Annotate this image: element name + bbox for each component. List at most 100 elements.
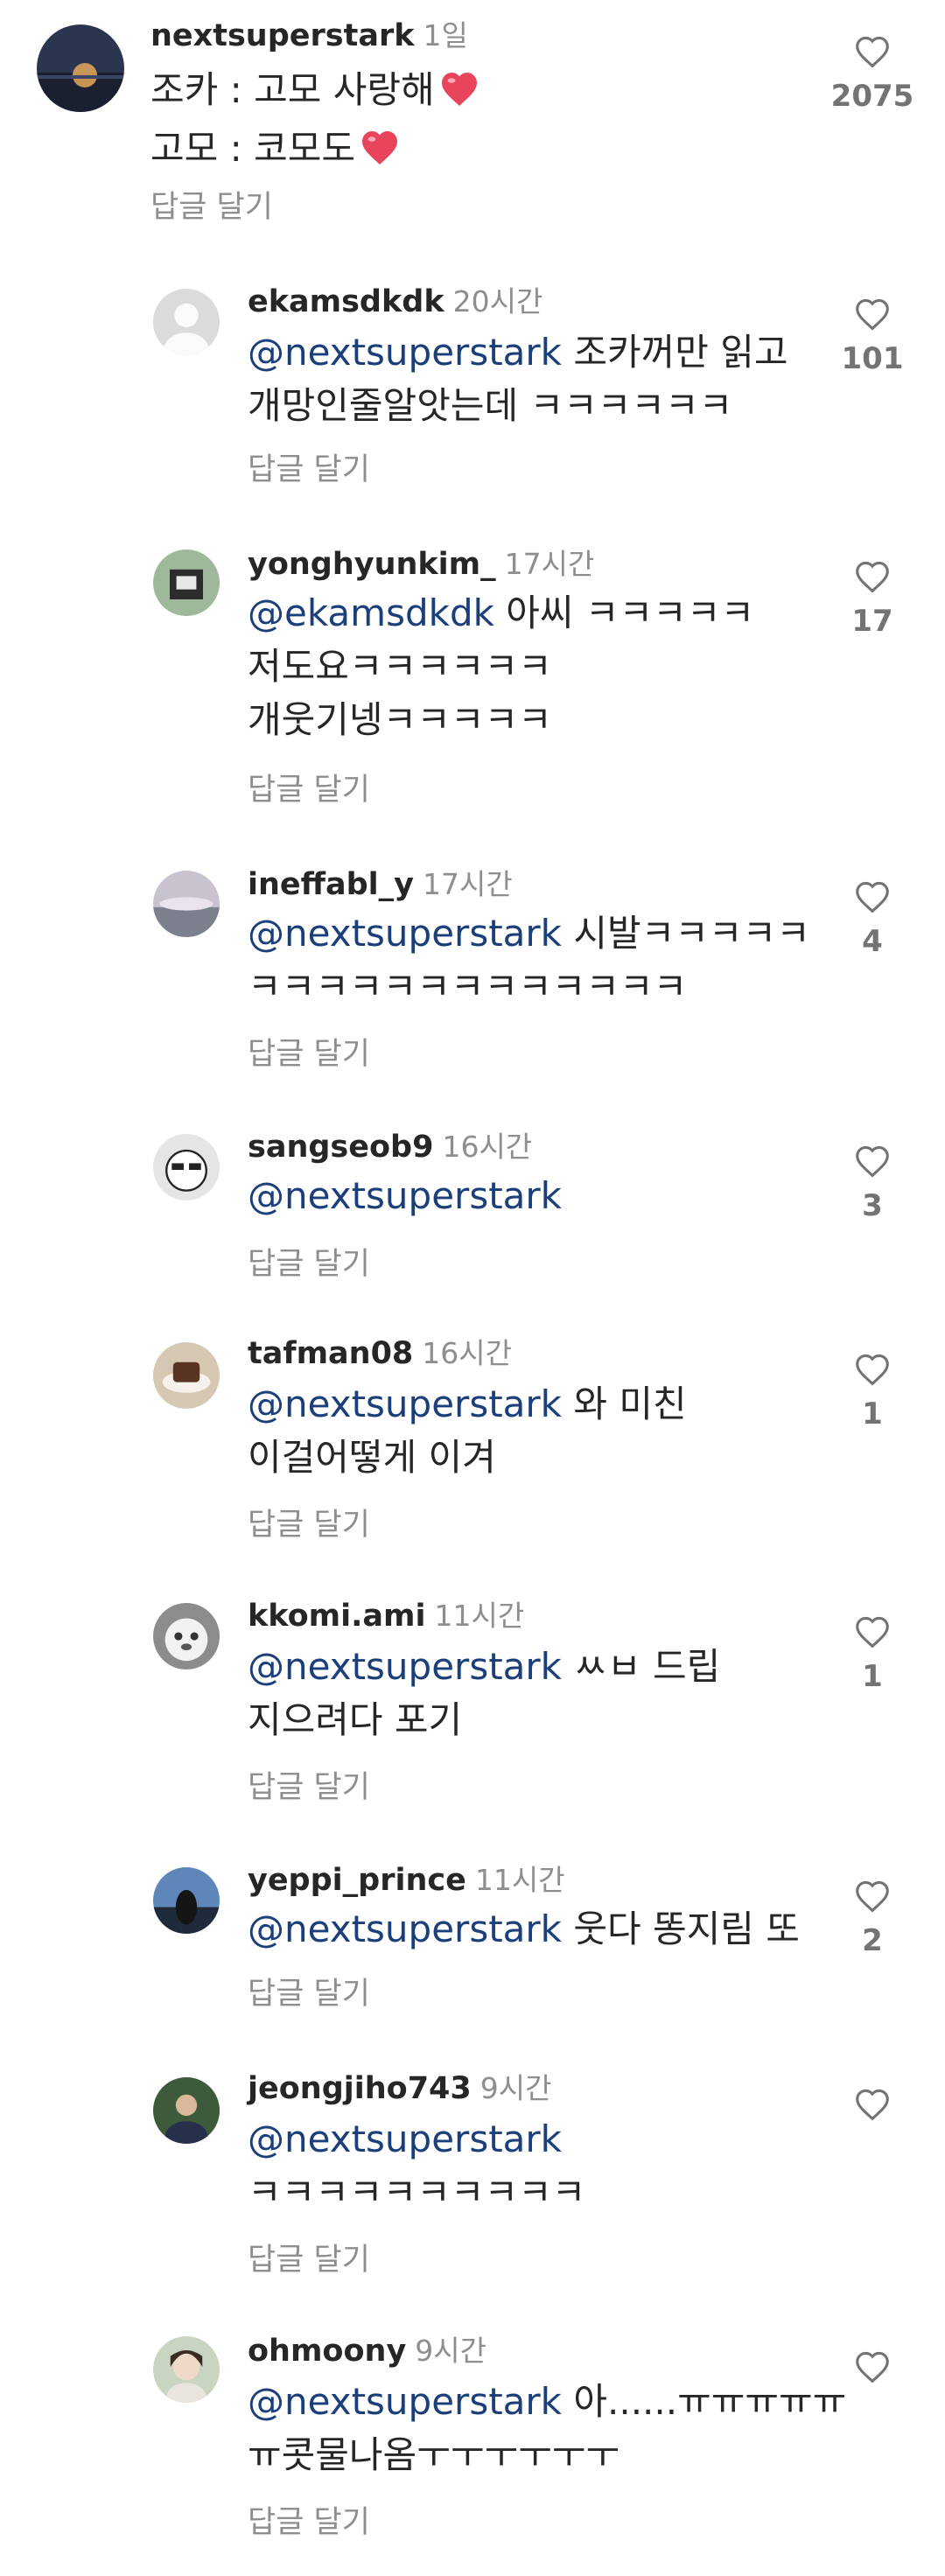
like-group [820, 2350, 925, 2394]
like-count: 4 [862, 924, 883, 959]
avatar[interactable] [153, 289, 220, 355]
username[interactable]: ohmoony [248, 2334, 406, 2369]
comment-line-text: 조카 : 고모 사랑해 [150, 68, 435, 111]
like-group: 4 [820, 880, 925, 959]
comment-line: @nextsuperstark 조카꺼만 읽고 [248, 326, 788, 379]
comment-line-text: ㅠ콧물나옴ㅜㅜㅜㅜㅜㅜ [248, 2433, 620, 2476]
mention-link[interactable]: @nextsuperstark [248, 912, 562, 955]
mention-link[interactable]: @nextsuperstark [248, 2118, 562, 2160]
comment-header: tafman08 16시간 [248, 1330, 512, 1372]
comment-line: @ekamsdkdk 아씨 ㅋㅋㅋㅋㅋ [248, 586, 754, 640]
reply-button[interactable]: 답글 달기 [248, 1762, 370, 1807]
red-heart-emoji-icon [438, 68, 480, 122]
heart-icon[interactable] [820, 35, 925, 68]
reply-button[interactable]: 답글 달기 [248, 1500, 370, 1544]
username[interactable]: nextsuperstark [150, 18, 414, 53]
username[interactable]: sangseob9 [248, 1130, 433, 1165]
username[interactable]: yeppi_prince [248, 1863, 466, 1898]
comment-line: 개망인줄알앗는데 ㅋㅋㅋㅋㅋㅋ [248, 379, 788, 432]
timestamp: 11시간 [434, 1599, 525, 1633]
username[interactable]: ineffabl_y [248, 867, 414, 902]
reply-button[interactable]: 답글 달기 [248, 1969, 370, 2013]
like-count: 1 [862, 1396, 883, 1432]
reply-button[interactable]: 답글 달기 [248, 765, 370, 809]
mention-link[interactable]: @nextsuperstark [248, 1908, 562, 1950]
reply-button[interactable]: 답글 달기 [248, 1239, 370, 1284]
timestamp: 9시간 [480, 2071, 552, 2105]
avatar[interactable] [37, 24, 124, 112]
comment-text: 조카 : 고모 사랑해고모 : 코모도 [150, 63, 480, 180]
mention-link[interactable]: @nextsuperstark [248, 1645, 562, 1688]
avatar[interactable] [153, 1342, 220, 1409]
timestamp: 1일 [423, 18, 468, 52]
comment-line-text: 개망인줄알앗는데 ㅋㅋㅋㅋㅋㅋ [248, 384, 733, 427]
username[interactable]: jeongjiho743 [248, 2071, 472, 2106]
heart-icon[interactable] [820, 880, 925, 914]
heart-icon[interactable] [820, 2350, 925, 2384]
heart-icon[interactable] [820, 1880, 925, 1913]
avatar[interactable] [153, 1134, 220, 1200]
avatar[interactable] [153, 871, 220, 937]
comment-text: @nextsuperstark 조카꺼만 읽고개망인줄알앗는데 ㅋㅋㅋㅋㅋㅋ [248, 326, 788, 432]
comment-line-text: ㅋㅋㅋㅋㅋㅋㅋㅋㅋㅋㅋㅋㅋ [248, 965, 688, 1008]
like-group: 3 [820, 1144, 925, 1223]
comment-text: @nextsuperstark 시발ㅋㅋㅋㅋㅋ ㅋㅋㅋㅋㅋㅋㅋㅋㅋㅋㅋㅋㅋ [248, 906, 810, 1013]
avatar[interactable] [153, 2077, 220, 2144]
heart-icon[interactable] [820, 2088, 925, 2121]
comment-header: nextsuperstark 1일 [150, 12, 468, 54]
comment-line-text: 지으려다 포기 [248, 1698, 463, 1741]
username[interactable]: kkomi.ami [248, 1599, 426, 1634]
heart-icon[interactable] [820, 1144, 925, 1178]
username[interactable]: tafman08 [248, 1336, 413, 1371]
like-group: 2075 [820, 35, 925, 114]
reply-button[interactable]: 답글 달기 [150, 182, 273, 227]
comment-line-text: 아......ㅠㅠㅠㅠㅠ [562, 2380, 847, 2423]
like-group: 1 [820, 1615, 925, 1694]
comment-line: ㅠ콧물나옴ㅜㅜㅜㅜㅜㅜ [248, 2428, 846, 2482]
heart-icon[interactable] [820, 560, 925, 593]
reply-button[interactable]: 답글 달기 [248, 444, 370, 489]
like-group: 17 [820, 560, 925, 639]
comment-line: 고모 : 코모도 [150, 122, 480, 180]
reply-button[interactable]: 답글 달기 [248, 1029, 370, 1074]
like-group: 2 [820, 1880, 925, 1958]
like-group [820, 2088, 925, 2132]
timestamp: 11시간 [474, 1863, 565, 1897]
heart-icon[interactable] [820, 1353, 925, 1386]
username[interactable]: ekamsdkdk [248, 284, 444, 319]
comment-text: @nextsuperstark 와 미친이걸어떻게 이겨 [248, 1377, 687, 1484]
comment-line: 이걸어떻게 이겨 [248, 1431, 687, 1484]
comment-line-text: 와 미친 [562, 1382, 687, 1425]
comment-line: @nextsuperstark 웃다 똥지림 또 [248, 1902, 800, 1956]
comment-line: ㅋㅋㅋㅋㅋㅋㅋㅋㅋㅋ [248, 2166, 585, 2219]
avatar[interactable] [153, 1867, 220, 1934]
mention-link[interactable]: @ekamsdkdk [248, 592, 494, 634]
comment-line-text: 개웃기넹ㅋㅋㅋㅋㅋ [248, 698, 552, 741]
comment-line-text: 아씨 ㅋㅋㅋㅋㅋ [494, 592, 755, 634]
comment-line: 조카 : 고모 사랑해 [150, 63, 480, 122]
comment-text: @nextsuperstark ㅆㅂ 드립지으려다 포기 [248, 1640, 720, 1746]
mention-link[interactable]: @nextsuperstark [248, 1382, 562, 1425]
mention-link[interactable]: @nextsuperstark [248, 2380, 562, 2423]
reply-button[interactable]: 답글 달기 [248, 2497, 370, 2542]
comment-line-text: 웃다 똥지림 또 [562, 1908, 800, 1950]
avatar[interactable] [153, 2336, 220, 2403]
like-count: 1 [862, 1659, 883, 1694]
comment-line: @nextsuperstark 아......ㅠㅠㅠㅠㅠ [248, 2375, 846, 2428]
avatar[interactable] [153, 550, 220, 616]
comment-line: @nextsuperstark [248, 1169, 562, 1222]
reply-button[interactable]: 답글 달기 [248, 2235, 370, 2279]
mention-link[interactable]: @nextsuperstark [248, 1174, 562, 1217]
comment-line-text: ㅆㅂ 드립 [562, 1645, 721, 1688]
comment-line-text: 조카꺼만 읽고 [562, 331, 788, 374]
timestamp: 16시간 [422, 1336, 513, 1370]
username[interactable]: yonghyunkim_ [248, 547, 496, 582]
avatar[interactable] [153, 1603, 220, 1670]
heart-icon[interactable] [820, 1615, 925, 1648]
comment-line: 지으려다 포기 [248, 1693, 720, 1746]
comment-line-text: 저도요ㅋㅋㅋㅋㅋㅋ [248, 645, 552, 688]
comment-line: 개웃기넹ㅋㅋㅋㅋㅋ [248, 693, 754, 746]
mention-link[interactable]: @nextsuperstark [248, 331, 562, 374]
heart-icon[interactable] [820, 298, 925, 331]
comment-header: kkomi.ami 11시간 [248, 1592, 524, 1634]
